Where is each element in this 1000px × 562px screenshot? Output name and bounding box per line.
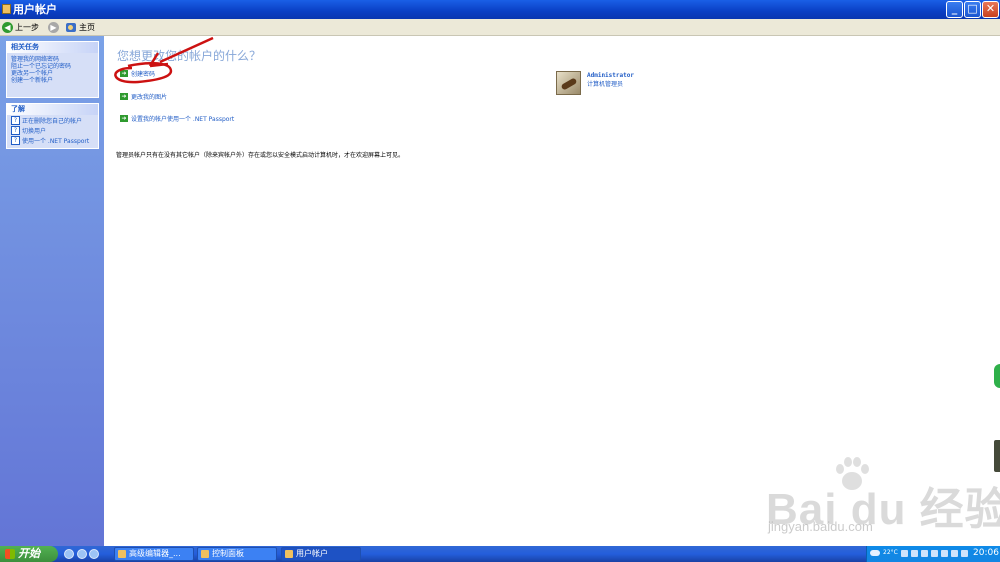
user-accounts-icon xyxy=(285,550,293,558)
user-account-card: Administrator 计算机管理员 xyxy=(556,71,676,95)
weather-icon[interactable] xyxy=(870,550,880,556)
task-label: 设置我的帐户使用一个 .NET Passport xyxy=(131,116,235,123)
net-passport-task[interactable]: ➜ 设置我的帐户使用一个 .NET Passport xyxy=(120,114,234,123)
start-label: 开始 xyxy=(18,547,40,560)
system-tray: 22°C 20:06 xyxy=(866,546,1000,562)
task-label: 创建密码 xyxy=(131,71,156,78)
toolbar: ◀ 上一步 ▶ 主页 xyxy=(0,19,1000,36)
tray-icon[interactable] xyxy=(961,550,968,557)
tray-icon[interactable] xyxy=(931,550,938,557)
back-button[interactable]: ◀ 上一步 xyxy=(2,21,39,33)
taskbar-button-control-panel[interactable]: 控制面板 xyxy=(197,547,277,561)
related-task-network-passwords[interactable]: 管理我的网络密码 xyxy=(7,56,98,63)
related-tasks-header: 相关任务 xyxy=(7,42,98,53)
tray-icon[interactable] xyxy=(911,550,918,557)
create-password-task[interactable]: ➜ 创建密码 xyxy=(120,69,155,78)
ie-quicklaunch-icon[interactable] xyxy=(64,549,74,559)
help-icon: ? xyxy=(11,135,20,145)
taskbar: 开始 高级编辑器_... 控制面板 用户帐户 22°C 20:06 xyxy=(0,546,1000,562)
learn-item-delete-own-account[interactable]: ? 正在删除您自己的帐户 xyxy=(7,115,98,125)
task-pane: 相关任务 管理我的网络密码 阻止一个已忘记的密码 更改另一个帐户 创建一个新帐户… xyxy=(0,36,104,546)
window-title: 用户帐户 xyxy=(13,3,57,16)
title-bar: 用户帐户 _ □ ✕ xyxy=(0,0,1000,19)
windows-flag-icon xyxy=(5,549,15,559)
account-name: Administrator xyxy=(587,72,634,79)
home-button[interactable]: 主页 xyxy=(66,21,95,33)
learn-about-box: 了解 ? 正在删除您自己的帐户 ? 切换用户 ? 使用一个 .NET Passp… xyxy=(6,103,99,149)
taskbar-button-label: 用户帐户 xyxy=(296,549,328,558)
task-label: 更改我的图片 xyxy=(131,94,168,101)
avatar xyxy=(556,71,581,95)
tray-icon[interactable] xyxy=(921,550,928,557)
account-type: 计算机管理员 xyxy=(587,81,624,88)
tray-icon[interactable] xyxy=(901,550,908,557)
forward-arrow-icon: ▶ xyxy=(48,21,59,33)
admin-visibility-note: 管理员帐户只有在没有其它帐户（除来宾帐户外）存在或您以安全模式启动计算机时，才在… xyxy=(116,152,405,159)
related-tasks-box: 相关任务 管理我的网络密码 阻止一个已忘记的密码 更改另一个帐户 创建一个新帐户 xyxy=(6,41,99,98)
taskbar-button-label: 控制面板 xyxy=(212,549,244,558)
back-label: 上一步 xyxy=(15,22,39,32)
related-task-change-another-account[interactable]: 更改另一个帐户 xyxy=(7,70,98,77)
taskbar-button-user-accounts[interactable]: 用户帐户 xyxy=(281,547,361,561)
learn-item-switch-users[interactable]: ? 切换用户 xyxy=(7,125,98,135)
browser-icon xyxy=(118,550,126,558)
green-arrow-icon: ➜ xyxy=(120,115,128,122)
page-title: 您想更改您的帐户的什么？ xyxy=(117,49,262,63)
change-picture-task[interactable]: ➜ 更改我的图片 xyxy=(120,92,167,101)
clock[interactable]: 20:06 xyxy=(973,548,999,558)
learn-item-label: 使用一个 .NET Passport xyxy=(22,137,90,145)
floating-widget-green[interactable] xyxy=(994,364,1000,388)
forward-button[interactable]: ▶ xyxy=(48,21,61,33)
control-panel-icon xyxy=(201,550,209,558)
browser-quicklaunch-icon[interactable] xyxy=(77,549,87,559)
maximize-button[interactable]: □ xyxy=(964,1,981,18)
green-arrow-icon: ➜ xyxy=(120,93,128,100)
tray-icon[interactable] xyxy=(941,550,948,557)
taskbar-button-label: 高级编辑器_... xyxy=(129,549,181,558)
learn-item-net-passport[interactable]: ? 使用一个 .NET Passport xyxy=(7,135,98,145)
home-label: 主页 xyxy=(79,22,95,32)
minimize-button[interactable]: _ xyxy=(946,1,963,18)
learn-about-header: 了解 xyxy=(7,104,98,115)
related-task-create-new-account[interactable]: 创建一个新帐户 xyxy=(7,77,98,84)
floating-widget-dark[interactable] xyxy=(994,440,1000,472)
green-arrow-icon: ➜ xyxy=(120,70,128,77)
close-button[interactable]: ✕ xyxy=(982,1,999,18)
related-task-forgotten-password[interactable]: 阻止一个已忘记的密码 xyxy=(7,63,98,70)
home-icon xyxy=(66,22,76,32)
start-button[interactable]: 开始 xyxy=(0,546,58,562)
media-quicklaunch-icon[interactable] xyxy=(89,549,99,559)
main-content: 您想更改您的帐户的什么？ ➜ 创建密码 ➜ 更改我的图片 ➜ 设置我的帐户使用一… xyxy=(105,36,992,546)
learn-item-label: 正在删除您自己的帐户 xyxy=(22,117,83,125)
back-arrow-icon: ◀ xyxy=(2,21,13,33)
help-icon: ? xyxy=(11,125,20,135)
temperature: 22°C xyxy=(883,549,898,556)
taskbar-button-editor[interactable]: 高级编辑器_... xyxy=(114,547,194,561)
tray-icon[interactable] xyxy=(951,550,958,557)
learn-item-label: 切换用户 xyxy=(22,127,47,135)
help-icon: ? xyxy=(11,115,20,125)
user-accounts-icon xyxy=(2,4,11,14)
guitar-icon xyxy=(560,77,578,91)
